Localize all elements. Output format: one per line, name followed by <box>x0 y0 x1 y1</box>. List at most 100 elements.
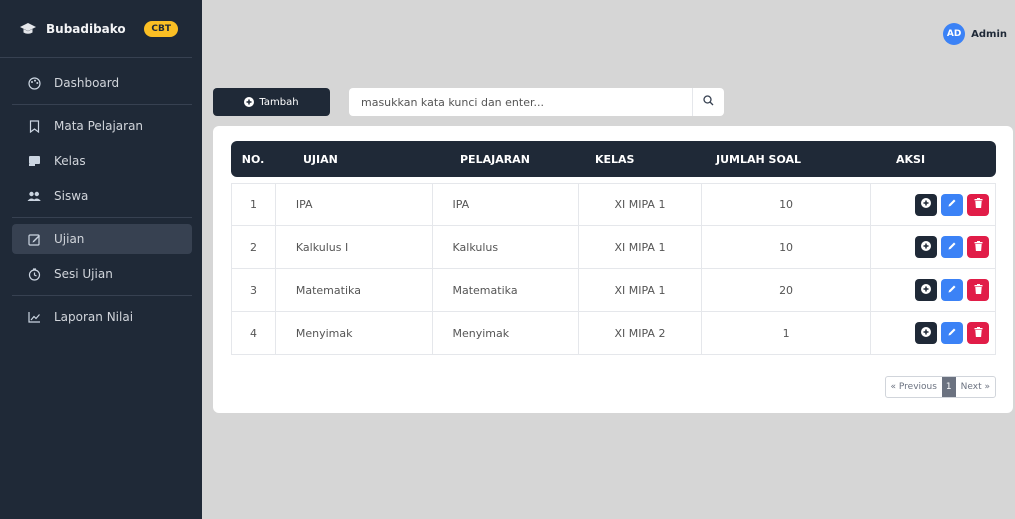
divider <box>12 295 192 296</box>
brand-name: Bubadibako <box>46 21 126 36</box>
delete-button[interactable] <box>967 279 989 301</box>
pencil-icon <box>947 327 957 340</box>
trash-icon <box>974 326 983 340</box>
cell-jumlah-soal: 20 <box>702 269 872 311</box>
window-icon <box>26 155 42 167</box>
cell-pelajaran: Kalkulus <box>433 226 580 268</box>
edit-button[interactable] <box>941 236 963 258</box>
sidebar-item-kelas[interactable]: Kelas <box>12 146 192 176</box>
cell-pelajaran: Menyimak <box>433 312 580 354</box>
sidebar-item-label: Mata Pelajaran <box>54 119 144 133</box>
divider <box>12 217 192 218</box>
users-icon <box>26 191 42 202</box>
pagination-next[interactable]: Next » <box>956 377 995 397</box>
avatar: AD <box>943 23 966 45</box>
search-button[interactable] <box>692 88 724 116</box>
cell-ujian: IPA <box>276 184 433 225</box>
add-question-button[interactable] <box>915 236 937 258</box>
bookmark-icon <box>26 119 42 133</box>
user-menu[interactable]: AD Admin <box>943 23 1007 45</box>
table-row: 2 Kalkulus I Kalkulus XI MIPA 1 10 <box>231 226 996 269</box>
header-aksi: AKSI <box>896 152 926 166</box>
pagination-page-current[interactable]: 1 <box>941 377 956 397</box>
clock-icon <box>26 267 42 281</box>
trash-icon <box>974 198 983 211</box>
delete-button[interactable] <box>967 236 989 258</box>
delete-button[interactable] <box>967 322 989 344</box>
palette-icon <box>26 76 42 90</box>
search-input[interactable] <box>349 88 692 116</box>
cell-pelajaran: IPA <box>433 184 580 225</box>
sidebar-nav: Dashboard Mata Pelajaran Kelas Siswa Uji… <box>0 68 202 332</box>
pagination: « Previous 1 Next » <box>884 376 996 398</box>
table-row: 4 Menyimak Menyimak XI MIPA 2 1 <box>231 312 996 355</box>
cell-ujian: Menyimak <box>276 312 433 354</box>
cell-ujian: Kalkulus I <box>276 226 433 268</box>
add-button-label: Tambah <box>259 96 299 108</box>
plus-circle-icon <box>244 97 255 107</box>
edit-button[interactable] <box>941 193 963 216</box>
cell-aksi <box>871 184 995 225</box>
sidebar: Bubadibako CBT Dashboard Mata Pelajaran … <box>0 0 202 519</box>
brand-badge: CBT <box>144 20 178 37</box>
cell-aksi <box>871 269 995 311</box>
pagination-previous[interactable]: « Previous <box>886 377 942 397</box>
search-icon <box>703 95 714 109</box>
cell-jumlah-soal: 1 <box>702 312 872 354</box>
sidebar-item-label: Siswa <box>54 189 89 203</box>
cell-kelas: XI MIPA 1 <box>579 226 702 268</box>
header-jumlah-soal: JUMLAH SOAL <box>716 152 802 166</box>
pencil-icon <box>947 241 957 254</box>
plus-circle-icon <box>921 326 931 340</box>
sidebar-item-siswa[interactable]: Siswa <box>12 181 192 211</box>
graduation-cap-icon <box>20 22 38 36</box>
table-row: 3 Matematika Matematika XI MIPA 1 20 <box>231 269 996 312</box>
sidebar-item-ujian[interactable]: Ujian <box>12 224 192 254</box>
header-pelajaran: PELAJARAN <box>460 152 530 166</box>
sidebar-item-laporan-nilai[interactable]: Laporan Nilai <box>12 302 192 332</box>
search-bar <box>349 88 724 116</box>
sidebar-item-label: Kelas <box>54 154 86 168</box>
edit-button[interactable] <box>941 279 963 301</box>
add-question-button[interactable] <box>915 193 937 216</box>
chart-line-icon <box>26 311 42 323</box>
cell-aksi <box>871 226 995 268</box>
trash-icon <box>974 240 983 254</box>
sidebar-item-sesi-ujian[interactable]: Sesi Ujian <box>12 259 192 289</box>
sidebar-item-label: Sesi Ujian <box>54 267 113 281</box>
pencil-icon <box>947 284 957 297</box>
edit-button[interactable] <box>941 322 963 344</box>
table-row: 1 IPA IPA XI MIPA 1 10 <box>231 183 996 226</box>
add-question-button[interactable] <box>915 279 937 301</box>
header-no: NO. <box>241 152 265 166</box>
cell-no: 3 <box>232 269 276 311</box>
sidebar-item-label: Dashboard <box>54 76 120 90</box>
cell-no: 2 <box>232 226 276 268</box>
plus-circle-icon <box>921 240 931 254</box>
add-button[interactable]: Tambah <box>213 88 330 116</box>
table-header: NO. UJIAN PELAJARAN KELAS JUMLAH SOAL AK… <box>231 141 996 177</box>
cell-jumlah-soal: 10 <box>702 226 872 268</box>
header-ujian: UJIAN <box>303 152 338 166</box>
cell-kelas: XI MIPA 1 <box>579 184 702 225</box>
delete-button[interactable] <box>967 193 989 216</box>
trash-icon <box>974 283 983 297</box>
brand[interactable]: Bubadibako CBT <box>0 0 192 58</box>
exam-table-card: NO. UJIAN PELAJARAN KELAS JUMLAH SOAL AK… <box>213 126 1013 413</box>
cell-jumlah-soal: 10 <box>702 184 872 225</box>
header-kelas: KELAS <box>595 152 635 166</box>
add-question-button[interactable] <box>915 322 937 344</box>
cell-kelas: XI MIPA 1 <box>579 269 702 311</box>
cell-no: 1 <box>232 184 276 225</box>
sidebar-item-label: Ujian <box>54 232 85 246</box>
divider <box>12 104 192 105</box>
top-bar: AD Admin <box>202 0 1015 62</box>
sidebar-item-label: Laporan Nilai <box>54 310 134 324</box>
cell-kelas: XI MIPA 2 <box>579 312 702 354</box>
cell-ujian: Matematika <box>276 269 433 311</box>
sidebar-item-mata-pelajaran[interactable]: Mata Pelajaran <box>12 111 192 141</box>
plus-circle-icon <box>921 283 931 297</box>
edit-icon <box>26 233 42 246</box>
pencil-icon <box>947 198 957 211</box>
sidebar-item-dashboard[interactable]: Dashboard <box>12 68 192 98</box>
